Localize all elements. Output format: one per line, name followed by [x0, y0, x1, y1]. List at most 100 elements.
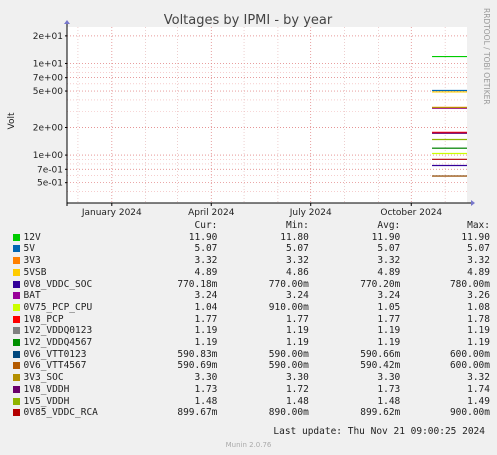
legend-row: 1V2_VDDQ0123 1.19 1.19 1.19 1.19 — [10, 325, 490, 337]
legend-avg: 590.66m — [360, 348, 401, 360]
legend-avg: 1.77 — [377, 313, 401, 325]
legend-min: 1.77 — [285, 313, 309, 325]
y-tick-label: 5e-01 — [37, 179, 63, 189]
legend-swatch-5vsb — [13, 268, 20, 276]
legend-cur: 1.19 — [194, 337, 218, 349]
legend-avg: 1.48 — [377, 395, 401, 407]
legend-swatch-1v5-vddh — [13, 397, 20, 405]
legend-label: 5V — [23, 243, 35, 255]
legend-row: 3V3_SOC 3.30 3.30 3.30 3.32 — [10, 372, 490, 384]
legend-avg: 3.30 — [377, 372, 401, 384]
legend-swatch-1v8-pcp — [13, 315, 20, 323]
legend-avg: 3.32 — [377, 255, 401, 267]
legend-label: BAT — [23, 290, 41, 302]
legend-max: 1.19 — [467, 325, 490, 337]
legend-avg: 4.89 — [377, 266, 401, 278]
legend-cur: 590.83m — [177, 348, 218, 360]
legend-label: 0V75_PCP_CPU — [23, 301, 93, 313]
legend-min: 3.24 — [285, 290, 309, 302]
legend-row: 5V 5.07 5.07 5.07 5.07 — [10, 243, 490, 255]
legend-max: 3.32 — [467, 255, 490, 267]
legend-max: 1.08 — [467, 301, 490, 313]
legend-cur: 3.24 — [194, 290, 218, 302]
legend-max: 1.78 — [467, 313, 490, 325]
legend-label: 0V85_VDDC_RCA — [23, 407, 98, 419]
legend-label: 3V3_SOC — [23, 372, 64, 384]
x-axis-arrow — [471, 200, 475, 206]
legend-label: 1V2_VDDQ4567 — [23, 337, 93, 349]
legend-max: 600.00m — [449, 360, 490, 372]
legend-label: 1V8_PCP — [23, 313, 64, 325]
legend-swatch-bat — [13, 292, 20, 300]
x-tick-label: October 2024 — [380, 208, 442, 218]
last-update: Last update: Thu Nov 21 09:00:25 2024 — [273, 426, 485, 437]
legend-swatch-1v2-vddq0123 — [13, 327, 20, 335]
legend-avg: 1.73 — [377, 383, 401, 395]
legend-swatch-1v2-vddq4567 — [13, 339, 20, 347]
legend-header-cur: Cur: — [194, 220, 218, 231]
legend-swatch-0v85-vddc-rca — [13, 409, 20, 417]
legend-cur: 4.89 — [194, 266, 218, 278]
legend-label: 5VSB — [23, 266, 47, 278]
legend-avg: 590.42m — [360, 360, 401, 372]
legend-avg: 1.19 — [377, 325, 401, 337]
legend-swatch-0v8-vddc-soc — [13, 280, 20, 288]
legend-min: 4.86 — [285, 266, 309, 278]
legend-label: 1V2_VDDQ0123 — [23, 325, 93, 337]
legend-swatch-12v — [13, 233, 20, 241]
legend-label: 0V6_VTT4567 — [23, 360, 87, 372]
rrdtool-credit: RRDTOOL / TOBI OETIKER — [482, 8, 491, 105]
legend-row: 0V6_VTT4567 590.69m 590.00m 590.42m 600.00m — [10, 360, 490, 372]
y-tick-label: 2e+01 — [33, 32, 63, 42]
legend-max: 1.19 — [467, 337, 490, 349]
legend-row: 1V2_VDDQ4567 1.19 1.19 1.19 1.19 — [10, 337, 490, 349]
legend-cur: 899.67m — [177, 407, 218, 419]
legend-max: 11.90 — [461, 231, 490, 243]
legend-max: 3.32 — [467, 372, 490, 384]
legend-row: 5VSB 4.89 4.86 4.89 4.89 — [10, 267, 490, 279]
legend-min: 3.30 — [285, 372, 309, 384]
y-axis-arrow — [64, 20, 70, 24]
legend-min: 3.32 — [285, 255, 309, 267]
legend-min: 770.00m — [268, 278, 309, 290]
legend-avg: 770.20m — [360, 278, 401, 290]
legend-row: 1V5_VDDH 1.48 1.48 1.48 1.49 — [10, 396, 490, 408]
legend-avg: 1.05 — [377, 301, 401, 313]
legend-label: 12V — [23, 231, 41, 243]
legend-cur: 5.07 — [194, 243, 218, 255]
x-tick-label: January 2024 — [81, 208, 142, 218]
legend-row: 0V8_VDDC_SOC 770.18m 770.00m 770.20m 780.00m — [10, 279, 490, 291]
legend-row: 0V6_VTT0123 590.83m 590.00m 590.66m 600.00m — [10, 349, 490, 361]
legend-avg: 11.90 — [371, 231, 401, 243]
x-tick-label: April 2024 — [188, 208, 235, 218]
y-axis-label: Volt — [7, 112, 17, 129]
y-tick-label: 5e+00 — [33, 87, 64, 97]
legend-max: 4.89 — [467, 266, 490, 278]
legend-max: 3.26 — [467, 290, 490, 302]
legend-swatch-1v8-vddh — [13, 385, 20, 393]
legend-swatch-0v6-vtt4567 — [13, 362, 20, 370]
legend-min: 590.00m — [268, 360, 309, 372]
y-tick-label: 1e+00 — [33, 151, 64, 161]
legend-avg: 1.19 — [377, 337, 401, 349]
legend-swatch-0v6-vtt0123 — [13, 350, 20, 358]
legend-avg: 3.24 — [377, 290, 401, 302]
legend-cur: 1.77 — [194, 313, 218, 325]
legend-min: 910.00m — [268, 301, 309, 313]
legend-swatch-3v3-soc — [13, 374, 20, 382]
legend-min: 11.80 — [280, 231, 309, 243]
legend-cur: 770.18m — [177, 278, 218, 290]
legend-row: BAT 3.24 3.24 3.24 3.26 — [10, 290, 490, 302]
legend-header-avg: Avg: — [377, 220, 401, 231]
plot-area — [67, 27, 467, 203]
legend-cur: 3.32 — [194, 255, 218, 267]
legend-swatch-3v3 — [13, 257, 20, 265]
legend-max: 600.00m — [449, 348, 490, 360]
legend-min: 590.00m — [268, 348, 309, 360]
legend-min: 1.19 — [285, 337, 309, 349]
legend-max: 1.74 — [467, 383, 490, 395]
legend-avg: 5.07 — [377, 243, 401, 255]
legend-swatch-0v75-pcp-cpu — [13, 303, 20, 311]
legend-min: 1.72 — [285, 383, 309, 395]
y-tick-label: 7e-01 — [37, 165, 63, 175]
